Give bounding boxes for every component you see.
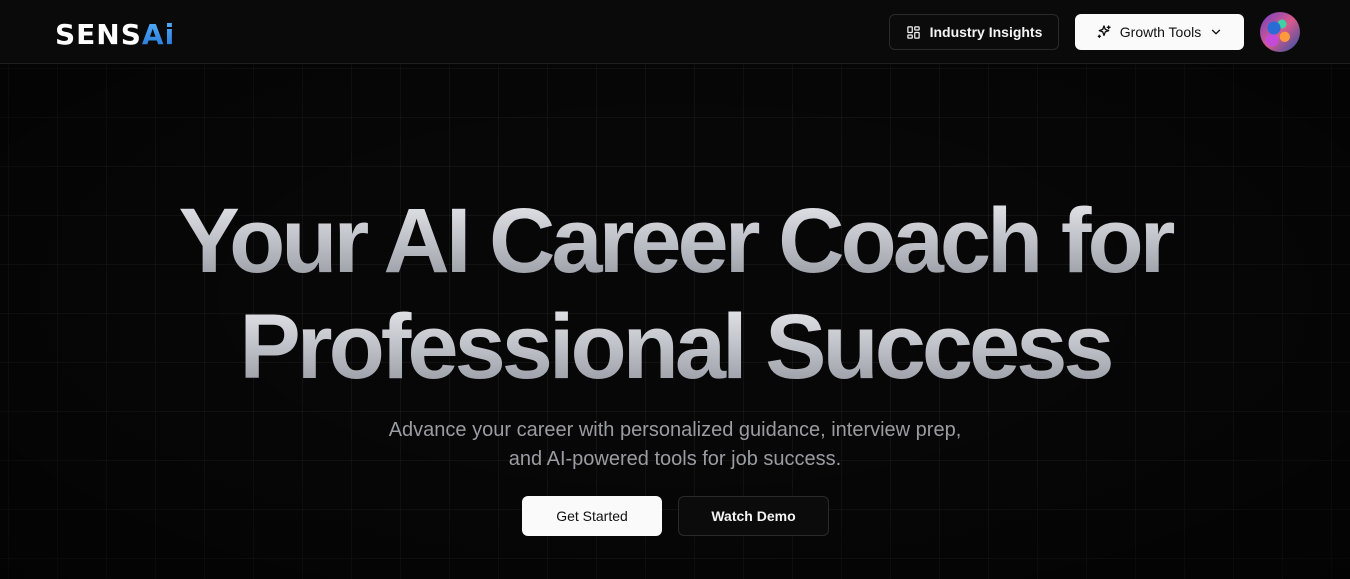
hero-headline-line1: Your AI Career Coach for (0, 188, 1350, 294)
sparkles-icon (1096, 24, 1112, 40)
growth-tools-dropdown[interactable]: Growth Tools (1075, 14, 1244, 50)
logo-text-accent: Ai (141, 18, 176, 51)
top-navbar: SENS Ai Industry Insights Growth Tools (0, 0, 1350, 64)
industry-insights-label: Industry Insights (929, 24, 1043, 40)
layout-dashboard-icon (906, 25, 921, 40)
hero-headline-line2: Professional Success (0, 294, 1350, 400)
get-started-button[interactable]: Get Started (522, 496, 662, 536)
hero-headline: Your AI Career Coach for Professional Su… (0, 188, 1350, 400)
hero-section: Your AI Career Coach for Professional Su… (0, 64, 1350, 579)
chevron-down-icon (1209, 25, 1223, 39)
brand-logo[interactable]: SENS Ai (55, 17, 175, 53)
hero-subtitle: Advance your career with personalized gu… (388, 419, 962, 470)
watch-demo-button[interactable]: Watch Demo (678, 496, 829, 536)
industry-insights-button[interactable]: Industry Insights (889, 14, 1059, 50)
logo-text-main: SENS (55, 18, 142, 51)
growth-tools-label: Growth Tools (1119, 24, 1202, 40)
user-avatar[interactable] (1260, 12, 1300, 52)
